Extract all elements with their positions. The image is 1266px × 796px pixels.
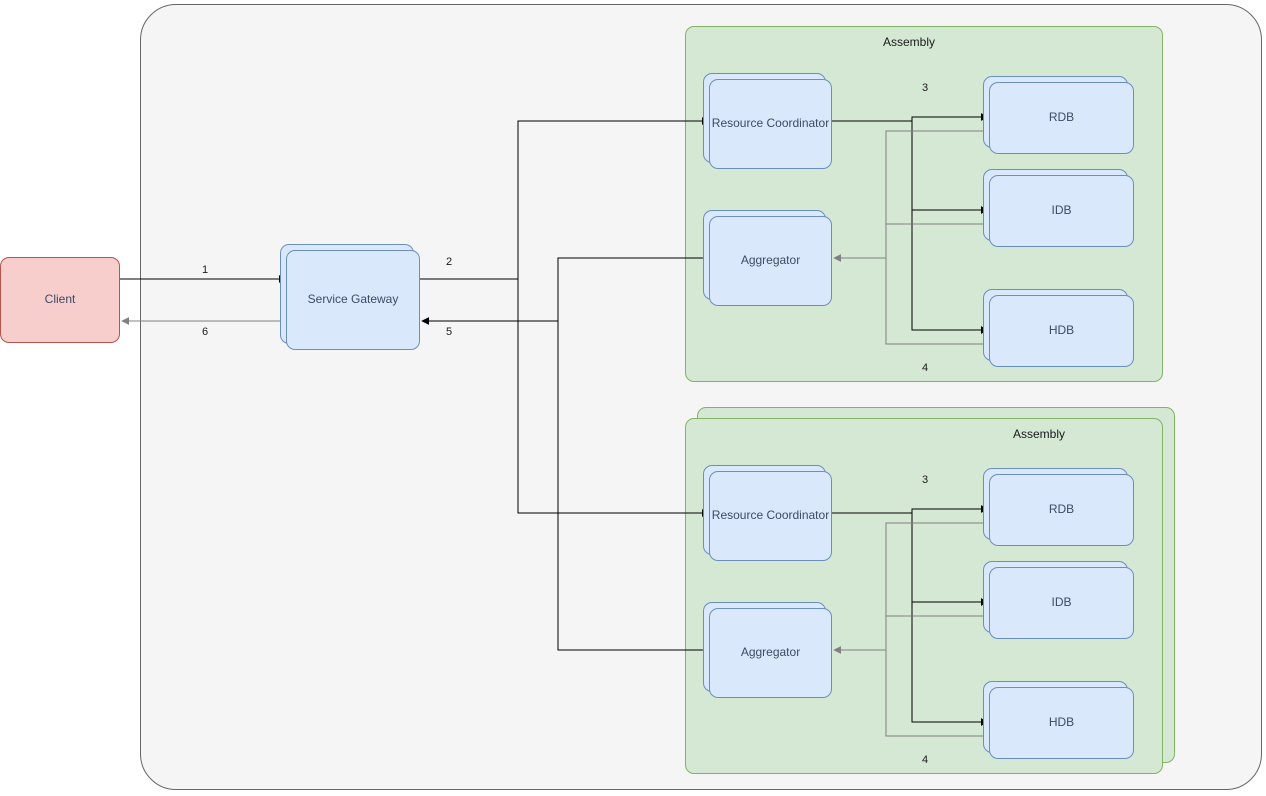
asm2-agg-label: Aggregator	[741, 645, 800, 661]
asm1-rdb-label: RDB	[1049, 110, 1074, 126]
asm1-rc-node: Resource Coordinator	[709, 79, 832, 169]
asm2-idb-node: IDB	[989, 567, 1134, 639]
asm2-rdb-label: RDB	[1049, 502, 1074, 518]
asm2-rc-label: Resource Coordinator	[712, 508, 829, 524]
asm2-rc-node: Resource Coordinator	[709, 471, 832, 561]
edge-label-5: 5	[444, 326, 454, 338]
edge-label-3a: 3	[920, 82, 930, 94]
assembly-title-2: Assembly	[1013, 427, 1065, 441]
asm1-hdb-label: HDB	[1049, 323, 1074, 339]
edge-label-1: 1	[200, 264, 210, 276]
edge-label-6: 6	[200, 326, 210, 338]
client-node: Client	[0, 257, 120, 343]
asm1-agg-node: Aggregator	[709, 216, 832, 306]
client-label: Client	[45, 292, 76, 308]
asm2-rdb-node: RDB	[989, 474, 1134, 546]
assembly-title-1: Assembly	[883, 35, 935, 49]
asm1-idb-node: IDB	[989, 175, 1134, 247]
asm1-rdb-node: RDB	[989, 82, 1134, 154]
asm2-hdb-node: HDB	[989, 687, 1134, 759]
edge-label-4b: 4	[920, 754, 930, 766]
asm1-idb-label: IDB	[1051, 203, 1071, 219]
asm1-rc-label: Resource Coordinator	[712, 116, 829, 132]
edge-label-3b: 3	[920, 474, 930, 486]
diagram-canvas: Assembly Assembly	[0, 0, 1266, 796]
asm1-agg-label: Aggregator	[741, 253, 800, 269]
asm2-hdb-label: HDB	[1049, 715, 1074, 731]
edge-label-4a: 4	[920, 362, 930, 374]
asm2-idb-label: IDB	[1051, 595, 1071, 611]
edge-label-2: 2	[444, 256, 454, 268]
asm1-hdb-node: HDB	[989, 295, 1134, 367]
asm2-agg-node: Aggregator	[709, 608, 832, 698]
service-gateway-node: Service Gateway	[286, 250, 420, 350]
service-gateway-label: Service Gateway	[308, 292, 399, 308]
